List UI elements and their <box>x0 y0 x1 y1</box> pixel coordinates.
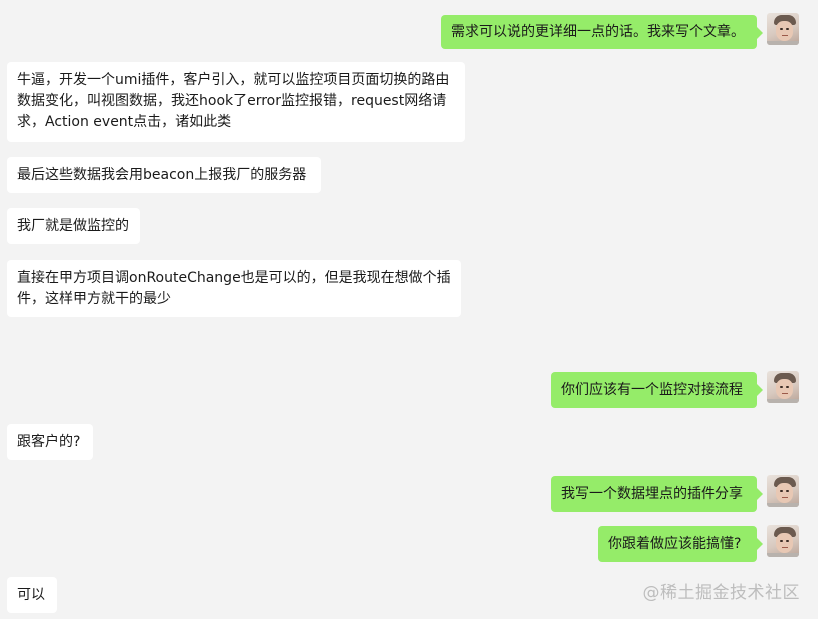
user-avatar[interactable] <box>767 475 799 507</box>
user-avatar[interactable] <box>767 13 799 45</box>
message-bubble-received: 跟客户的? <box>7 424 93 460</box>
message-text: 你们应该有一个监控对接流程 <box>561 382 743 398</box>
message-bubble-sent: 你跟着做应该能搞懂? <box>598 526 763 562</box>
message-text: 直接在甲方项目调onRouteChange也是可以的，但是我现在想做个插件，这样… <box>17 270 451 307</box>
message-bubble-received: 直接在甲方项目调onRouteChange也是可以的，但是我现在想做个插件，这样… <box>7 260 461 317</box>
user-avatar[interactable] <box>767 371 799 403</box>
message-text: 需求可以说的更详细一点的话。我来写个文章。 <box>451 24 745 40</box>
watermark: @稀土掘金技术社区 <box>642 583 800 603</box>
message-bubble-sent: 需求可以说的更详细一点的话。我来写个文章。 <box>441 15 763 49</box>
message-text: 跟客户的? <box>17 434 81 450</box>
message-text: 可以 <box>17 587 45 603</box>
message-bubble-sent: 我写一个数据埋点的插件分享 <box>551 476 763 512</box>
message-text: 最后这些数据我会用beacon上报我厂的服务器 <box>17 167 307 183</box>
message-bubble-received: 牛逼，开发一个umi插件，客户引入，就可以监控项目页面切换的路由数据变化，叫视图… <box>7 62 465 142</box>
message-bubble-sent: 你们应该有一个监控对接流程 <box>551 372 763 408</box>
user-avatar[interactable] <box>767 525 799 557</box>
message-text: 牛逼，开发一个umi插件，客户引入，就可以监控项目页面切换的路由数据变化，叫视图… <box>17 72 450 130</box>
message-text: 我厂就是做监控的 <box>17 218 129 234</box>
message-bubble-received: 可以 <box>7 577 57 613</box>
message-text: 你跟着做应该能搞懂? <box>608 536 742 552</box>
message-bubble-received: 我厂就是做监控的 <box>7 208 140 244</box>
message-bubble-received: 最后这些数据我会用beacon上报我厂的服务器 <box>7 157 321 193</box>
message-text: 我写一个数据埋点的插件分享 <box>561 486 743 502</box>
